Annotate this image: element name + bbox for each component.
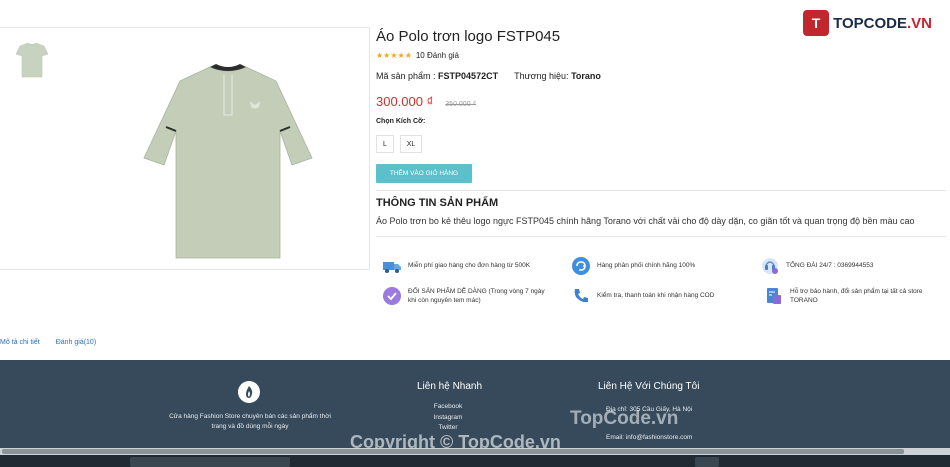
footer-email[interactable]: Email: info@fashionstore.com <box>606 431 692 445</box>
product-meta: Mã sản phẩm : FSTP04572CT Thương hiệu: T… <box>376 71 601 81</box>
facebook-link[interactable]: Facebook <box>420 402 476 413</box>
topcode-logo: T TOPCODE.VN <box>803 10 932 36</box>
size-label: Chọn Kích Cỡ: <box>376 118 426 125</box>
size-option-l[interactable]: L <box>376 135 394 153</box>
product-info-description: Áo Polo trơn bo kẻ thêu logo ngực FSTP04… <box>376 216 915 226</box>
topcode-badge-icon: T <box>803 10 830 36</box>
feature-authentic: Hàng phân phối chính hãng 100% <box>571 256 695 276</box>
authentic-icon <box>572 257 590 275</box>
topcode-logo-text: TOPCODE.VN <box>833 14 932 32</box>
store-logo-icon[interactable] <box>238 381 260 403</box>
feature-exchange: ĐỔI SẢN PHẨM DỄ DÀNG (Trong vòng 7 ngày k… <box>382 286 545 306</box>
feature-hotline: TỔNG ĐÀI 24/7 : 0369944553 <box>760 256 873 276</box>
sku-field: Mã sản phẩm : FSTP04572CT <box>376 71 499 81</box>
product-title: Áo Polo trơn logo FSTP045 <box>376 28 561 45</box>
current-price: 300.000 ₫ <box>376 94 434 109</box>
feature-cod: Kiểm tra, thanh toán khi nhận hàng COD <box>571 286 714 306</box>
size-selector: L XL <box>376 135 422 153</box>
product-main-image[interactable] <box>140 53 315 263</box>
rating-stars-icon: ★★★★★ <box>376 51 412 60</box>
divider <box>376 190 946 191</box>
free-shipping-icon <box>383 262 401 273</box>
warranty-icon <box>767 288 781 304</box>
tab-description[interactable]: Mô tả chi tiết <box>0 339 40 346</box>
watermark-text: TopCode.vn <box>570 408 679 429</box>
product-price: 300.000 ₫ 350.000 ₫ <box>376 94 476 109</box>
feature-warranty: Hỗ trợ bảo hành, đổi sản phẩm tại tất cả… <box>764 286 923 306</box>
footer-contact-title: Liên Hệ Với Chúng Tôi <box>598 381 700 392</box>
divider <box>376 236 946 237</box>
instagram-link[interactable]: Instagram <box>420 413 476 424</box>
product-gallery <box>0 27 370 270</box>
product-page: T TOPCODE.VN Áo Polo trơn logo FSTP045 ★… <box>0 0 950 467</box>
add-to-cart-button[interactable]: THÊM VÀO GIỎ HÀNG <box>376 164 472 183</box>
size-option-xl[interactable]: XL <box>400 135 422 153</box>
exchange-icon <box>383 287 401 305</box>
footer-social-links: Facebook Instagram Twitter <box>420 402 476 434</box>
product-thumbnail[interactable] <box>14 40 50 80</box>
old-price: 350.000 ₫ <box>445 101 477 108</box>
taskbar-item[interactable] <box>130 457 290 467</box>
scrollbar-thumb[interactable] <box>2 449 904 454</box>
footer-description: Cửa hàng Fashion Store chuyên bán các sả… <box>169 413 331 431</box>
brand-field: Thương hiệu: Torano <box>514 71 601 81</box>
hotline-icon <box>762 258 778 274</box>
taskbar-item[interactable] <box>695 457 719 467</box>
review-count: 10 Đánh giá <box>415 51 460 60</box>
tab-reviews[interactable]: Đánh giá(10) <box>56 339 96 346</box>
product-info-title: THÔNG TIN SẢN PHẨM <box>376 197 499 209</box>
product-rating[interactable]: ★★★★★ 10 Đánh giá <box>376 51 459 60</box>
cod-phone-icon <box>574 289 588 303</box>
feature-free-shipping: Miễn phí giao hàng cho đơn hàng từ 500K <box>382 256 530 276</box>
product-tabs: Mô tả chi tiết Đánh giá(10) <box>0 339 96 346</box>
footer-quick-contact-title: Liên hệ Nhanh <box>417 381 483 392</box>
